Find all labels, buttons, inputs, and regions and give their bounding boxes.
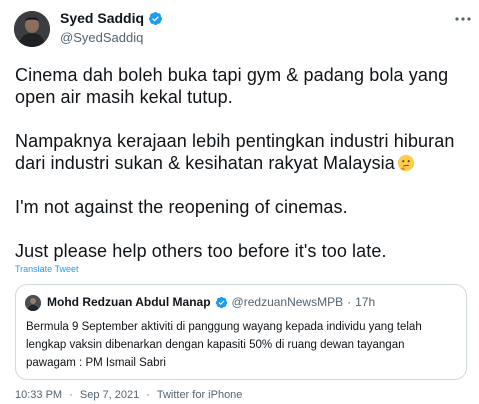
tweet-source[interactable]: Twitter for iPhone <box>157 389 243 401</box>
tweet-paragraph-with-emoji: Nampaknya kerajaan lebih pentingkan indu… <box>15 130 470 174</box>
verified-badge-icon <box>215 296 227 308</box>
separator-dot: · <box>347 295 352 309</box>
quoted-tweet-card[interactable]: Mohd Redzuan Abdul Manap @redzuanNewsMPB… <box>15 284 467 380</box>
quoted-timestamp: 17h <box>355 295 376 309</box>
thinking-face-icon <box>397 154 414 172</box>
tweet-paragraph: Nampaknya kerajaan lebih pentingkan indu… <box>15 131 455 173</box>
tweet-date[interactable]: Sep 7, 2021 <box>80 389 139 401</box>
avatar-photo-icon <box>25 295 41 311</box>
more-options-icon[interactable] <box>454 14 472 24</box>
quoted-tweet-text: Bermula 9 September aktiviti di panggung… <box>26 321 422 369</box>
tweet-meta: 10:33 PM · Sep 7, 2021 · Twitter for iPh… <box>15 389 246 401</box>
translate-tweet-link[interactable]: Translate Tweet <box>15 264 79 274</box>
quoted-display-name: Mohd Redzuan Abdul Manap <box>47 295 211 309</box>
avatar-photo-icon <box>14 11 50 47</box>
author-handle[interactable]: @SyedSaddiq <box>60 30 143 45</box>
tweet-paragraph: Cinema dah boleh buka tapi gym & padang … <box>15 65 449 107</box>
author-display-name[interactable]: Syed Saddiq <box>60 10 144 26</box>
separator-dot: · <box>146 389 150 401</box>
tweet-time[interactable]: 10:33 PM <box>15 389 62 401</box>
tweet-paragraph: I'm not against the reopening of cinemas… <box>15 197 348 217</box>
author-avatar[interactable] <box>14 11 50 47</box>
verified-badge-icon <box>148 11 163 25</box>
tweet-text: Cinema dah boleh buka tapi gym & padang … <box>15 64 470 262</box>
separator-dot: · <box>69 389 73 401</box>
tweet-paragraph: Just please help others too before it's … <box>15 241 387 261</box>
quoted-author-avatar <box>25 295 41 311</box>
quoted-handle: @redzuanNewsMPB <box>231 295 344 309</box>
